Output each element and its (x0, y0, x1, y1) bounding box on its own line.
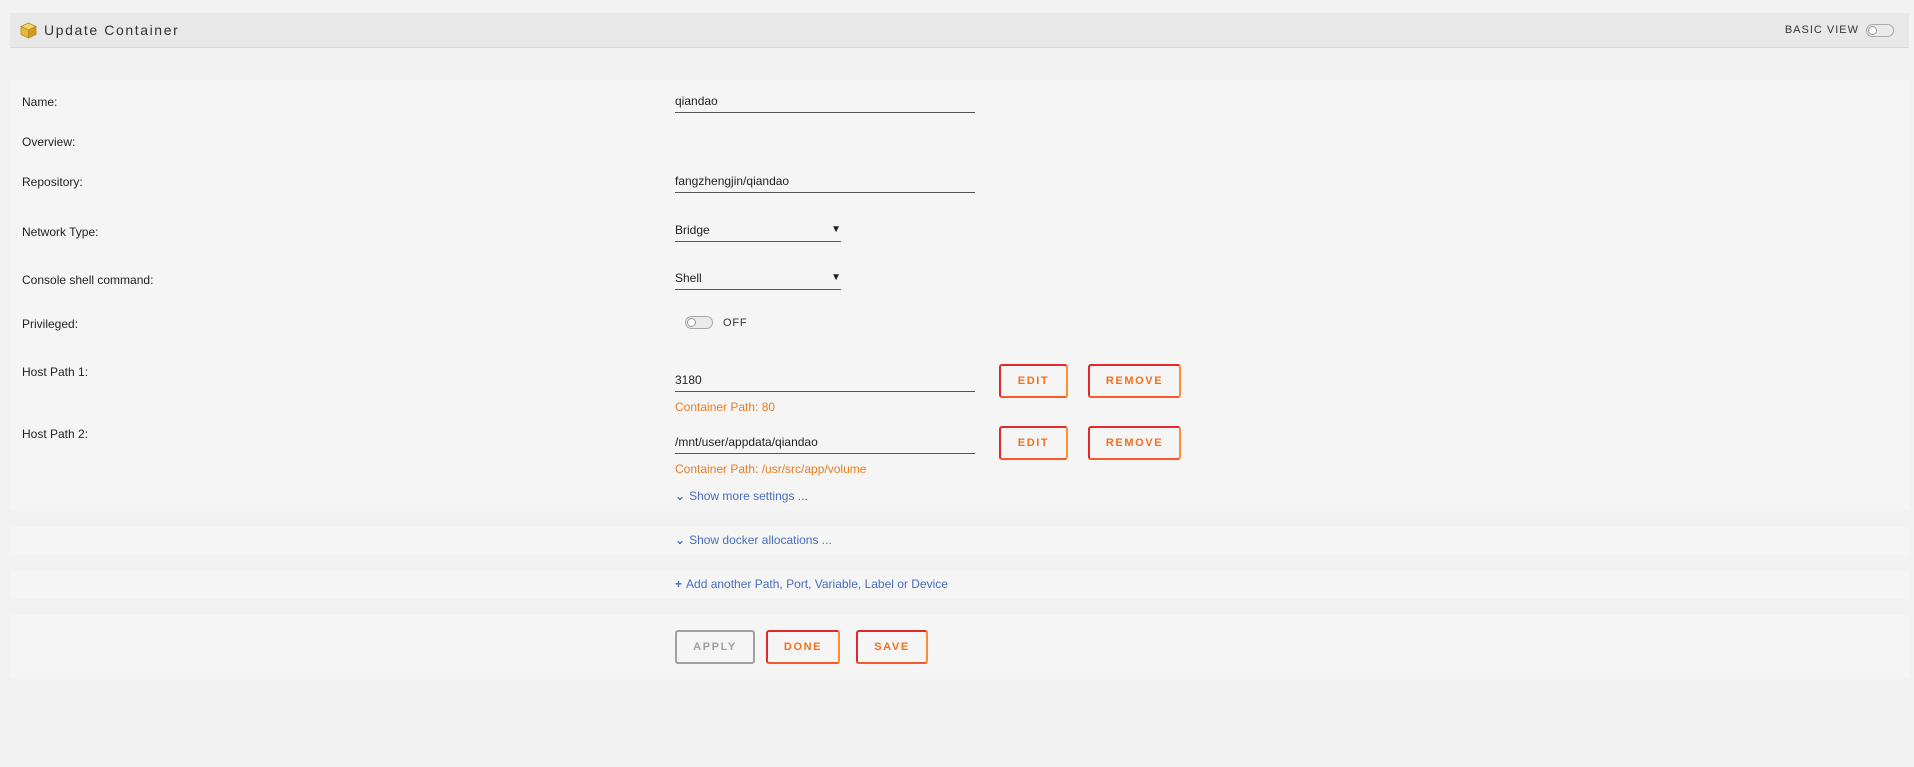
title-bar: Update Container BASIC VIEW (10, 13, 1909, 48)
network-type-value: Bridge (675, 223, 710, 237)
plus-icon: + (675, 577, 683, 591)
chevron-down-icon: ⌄ (675, 533, 686, 547)
overview-label: Overview: (22, 135, 76, 149)
caret-down-icon: ▼ (831, 272, 841, 283)
toggle-knob (1868, 26, 1877, 35)
basic-view-label: BASIC VIEW (1784, 24, 1859, 36)
done-button[interactable]: DONE (766, 630, 840, 664)
host-path-2-label: Host Path 2: (22, 427, 89, 441)
privileged-label: Privileged: (22, 317, 79, 331)
host-path-1-edit-button[interactable]: EDIT (999, 364, 1068, 398)
toggle-knob (687, 318, 696, 327)
network-type-select[interactable]: Bridge ▼ (675, 218, 841, 242)
settings-panel: Name: Overview: Repository: Network Type… (10, 80, 1909, 510)
privileged-toggle[interactable] (685, 316, 713, 329)
show-more-settings-link[interactable]: ⌄ Show more settings ... (675, 489, 808, 503)
add-config-panel: + Add another Path, Port, Variable, Label… (10, 571, 1909, 599)
add-config-text: Add another Path, Port, Variable, Label … (686, 577, 948, 591)
console-shell-select[interactable]: Shell ▼ (675, 266, 841, 290)
actions-panel: APPLY DONE SAVE (10, 615, 1909, 678)
show-more-settings-text: Show more settings ... (689, 489, 808, 503)
caret-down-icon: ▼ (831, 224, 841, 235)
host-path-2-container-path: Container Path: /usr/src/app/volume (675, 462, 867, 476)
add-config-link[interactable]: + Add another Path, Port, Variable, Label… (675, 577, 948, 591)
repository-input[interactable] (675, 169, 975, 193)
allocations-panel: ⌄ Show docker allocations ... (10, 527, 1909, 555)
repository-label: Repository: (22, 175, 83, 189)
host-path-1-container-path: Container Path: 80 (675, 400, 776, 414)
chevron-down-icon: ⌄ (675, 489, 686, 503)
name-label: Name: (22, 95, 58, 109)
network-type-label: Network Type: (22, 225, 99, 239)
docker-box-icon (20, 22, 37, 39)
host-path-2-input[interactable] (675, 430, 975, 454)
name-input[interactable] (675, 89, 975, 113)
show-docker-allocations-link[interactable]: ⌄ Show docker allocations ... (675, 533, 832, 547)
apply-button[interactable]: APPLY (675, 630, 755, 664)
host-path-1-label: Host Path 1: (22, 365, 89, 379)
console-shell-value: Shell (675, 271, 702, 285)
host-path-2-edit-button[interactable]: EDIT (999, 426, 1068, 460)
save-button[interactable]: SAVE (856, 630, 928, 664)
show-docker-allocations-text: Show docker allocations ... (689, 533, 832, 547)
host-path-1-remove-button[interactable]: REMOVE (1088, 364, 1181, 398)
privileged-state: OFF (723, 317, 748, 329)
page-title: Update Container (44, 22, 180, 38)
basic-view-toggle[interactable] (1866, 24, 1894, 37)
host-path-2-remove-button[interactable]: REMOVE (1088, 426, 1181, 460)
console-shell-label: Console shell command: (22, 273, 154, 287)
host-path-1-input[interactable] (675, 368, 975, 392)
